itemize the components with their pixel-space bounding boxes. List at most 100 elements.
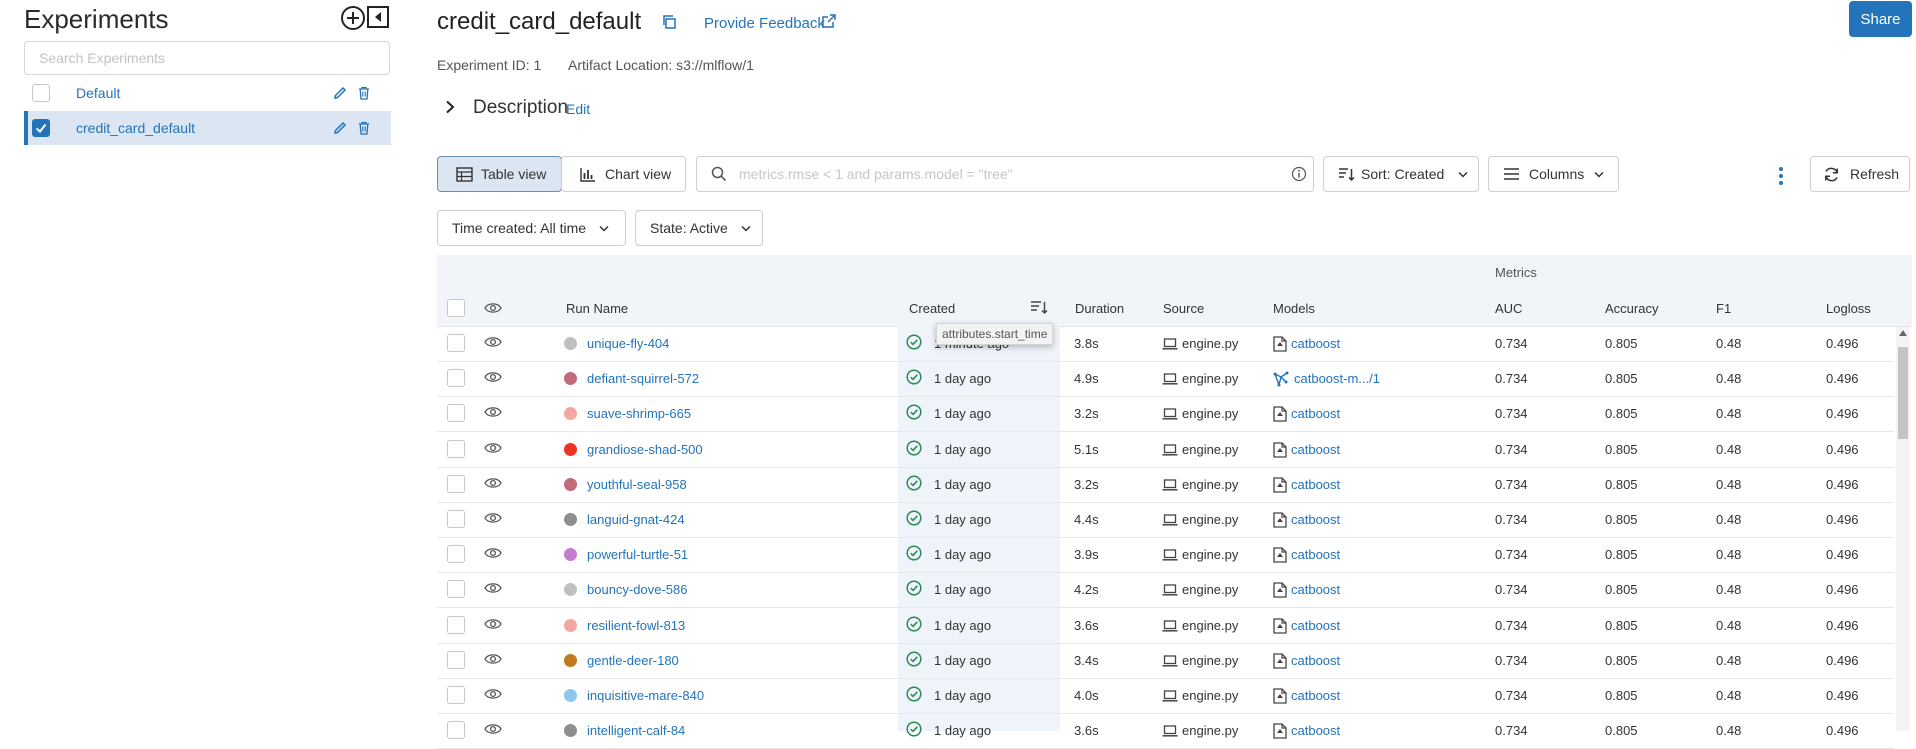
search-experiments-input[interactable]	[24, 41, 390, 75]
table-row[interactable]: powerful-turtle-51 1 day ago 3.9s engine.py…	[437, 537, 1894, 574]
run-name-link[interactable]: powerful-turtle-51	[587, 547, 688, 562]
row-checkbox[interactable]	[447, 545, 465, 564]
table-row[interactable]: languid-gnat-424 1 day ago 4.4s engine.py ca…	[437, 502, 1894, 538]
table-row[interactable]: bouncy-dove-586 1 day ago 4.2s engine.py cat…	[437, 572, 1894, 609]
table-row[interactable]: grandiose-shad-500 1 day ago 5.1s engine.py…	[437, 432, 1894, 468]
table-row[interactable]: unique-fly-4041 minute ago3.8sengine.pyc…	[437, 326, 1894, 362]
row-checkbox[interactable]	[447, 474, 465, 493]
model-link[interactable]: catboost	[1291, 442, 1340, 457]
table-row[interactable]: defiant-squirrel-572 1 day ago 4.9s engine.…	[437, 361, 1894, 398]
run-name-link[interactable]: bouncy-dove-586	[587, 582, 687, 597]
run-name-link[interactable]: grandiose-shad-500	[587, 442, 703, 457]
runs-search-box[interactable]	[696, 156, 1314, 192]
trash-icon[interactable]	[357, 121, 371, 135]
column-header-run-name[interactable]: Run Name	[566, 301, 628, 316]
run-color-dot[interactable]	[564, 618, 577, 632]
experiment-checkbox[interactable]	[32, 119, 50, 137]
eye-icon[interactable]	[484, 687, 502, 701]
eye-icon[interactable]	[484, 370, 502, 384]
description-edit-link[interactable]: Edit	[566, 101, 590, 117]
select-all-checkbox[interactable]	[447, 299, 465, 317]
model-link[interactable]: catboost	[1291, 336, 1340, 351]
run-name-link[interactable]: inquisitive-mare-840	[587, 688, 704, 703]
eye-icon[interactable]	[484, 335, 502, 349]
eye-icon[interactable]	[484, 301, 502, 315]
run-name-link[interactable]: unique-fly-404	[587, 336, 669, 351]
eye-icon[interactable]	[484, 652, 502, 666]
time-created-dropdown[interactable]: Time created: All time	[437, 210, 626, 246]
model-link[interactable]: catboost	[1291, 653, 1340, 668]
run-name-link[interactable]: gentle-deer-180	[587, 653, 679, 668]
column-header-accuracy[interactable]: Accuracy	[1605, 301, 1658, 316]
eye-icon[interactable]	[484, 722, 502, 736]
experiment-item-default[interactable]: Default	[24, 76, 391, 110]
share-button[interactable]: Share	[1849, 1, 1912, 37]
table-row[interactable]: youthful-seal-958 1 day ago 3.2s engine.py c…	[437, 467, 1894, 503]
model-link[interactable]: catboost	[1291, 477, 1340, 492]
experiment-item-credit-card-default[interactable]: credit_card_default	[24, 111, 391, 145]
table-row[interactable]: resilient-fowl-813 1 day ago 3.6s engine.py…	[437, 608, 1894, 644]
copy-icon[interactable]	[661, 14, 677, 30]
eye-icon[interactable]	[484, 405, 502, 419]
model-link[interactable]: catboost	[1291, 618, 1340, 633]
row-checkbox[interactable]	[447, 580, 465, 599]
description-toggle[interactable]: Description	[473, 97, 568, 119]
column-header-models[interactable]: Models	[1273, 301, 1315, 316]
columns-dropdown[interactable]: Columns	[1488, 156, 1619, 192]
run-name-link[interactable]: resilient-fowl-813	[587, 618, 685, 633]
column-header-created[interactable]: Created	[909, 301, 955, 316]
model-link[interactable]: catboost	[1291, 582, 1340, 597]
column-header-f1[interactable]: F1	[1716, 301, 1731, 316]
model-link[interactable]: catboost	[1291, 512, 1340, 527]
column-header-auc[interactable]: AUC	[1495, 301, 1522, 316]
model-link[interactable]: catboost-m.../1	[1294, 371, 1380, 386]
table-row[interactable]: inquisitive-mare-840 1 day ago 4.0s engine.…	[437, 678, 1894, 714]
provide-feedback-link[interactable]: Provide Feedback	[704, 15, 825, 32]
eye-icon[interactable]	[484, 581, 502, 595]
run-color-dot[interactable]	[564, 689, 577, 702]
run-color-dot[interactable]	[564, 372, 577, 386]
run-color-dot[interactable]	[564, 583, 577, 597]
kebab-menu-icon[interactable]	[1777, 165, 1785, 187]
column-header-source[interactable]: Source	[1163, 301, 1204, 316]
info-icon[interactable]	[1291, 166, 1307, 182]
scrollbar-thumb[interactable]	[1898, 347, 1908, 439]
table-row[interactable]: gentle-deer-180 1 day ago 3.4s engine.py cat…	[437, 643, 1894, 679]
run-name-link[interactable]: suave-shrimp-665	[587, 406, 691, 421]
state-dropdown[interactable]: State: Active	[635, 210, 763, 246]
row-checkbox[interactable]	[447, 650, 465, 669]
row-checkbox[interactable]	[447, 615, 465, 634]
experiment-label[interactable]: credit_card_default	[76, 120, 195, 136]
collapse-sidebar-icon[interactable]	[367, 6, 389, 28]
row-checkbox[interactable]	[447, 439, 465, 458]
refresh-button[interactable]: Refresh	[1810, 156, 1910, 192]
row-checkbox[interactable]	[447, 369, 465, 388]
model-link[interactable]: catboost	[1291, 688, 1340, 703]
run-name-link[interactable]: languid-gnat-424	[587, 512, 685, 527]
run-name-link[interactable]: defiant-squirrel-572	[587, 371, 699, 386]
column-header-duration[interactable]: Duration	[1075, 301, 1124, 316]
table-view-button[interactable]: Table view	[437, 156, 562, 192]
experiment-label[interactable]: Default	[76, 85, 120, 101]
model-link[interactable]: catboost	[1291, 547, 1340, 562]
table-scrollbar[interactable]	[1896, 327, 1910, 731]
eye-icon[interactable]	[484, 511, 502, 525]
external-link-icon[interactable]	[821, 13, 837, 29]
eye-icon[interactable]	[484, 441, 502, 455]
sort-descending-icon[interactable]	[1030, 300, 1048, 316]
chart-view-button[interactable]: Chart view	[561, 156, 686, 192]
run-color-dot[interactable]	[564, 548, 577, 562]
row-checkbox[interactable]	[447, 334, 465, 352]
table-row[interactable]: suave-shrimp-665 1 day ago 3.2s engine.py ca…	[437, 396, 1894, 433]
trash-icon[interactable]	[357, 86, 371, 100]
column-header-logloss[interactable]: Logloss	[1826, 301, 1871, 316]
sort-dropdown[interactable]: Sort: Created	[1323, 156, 1479, 192]
row-checkbox[interactable]	[447, 721, 465, 740]
run-color-dot[interactable]	[564, 477, 577, 491]
chevron-right-icon[interactable]	[444, 100, 456, 114]
experiment-checkbox[interactable]	[32, 84, 50, 102]
run-color-dot[interactable]	[564, 653, 577, 667]
run-color-dot[interactable]	[564, 337, 577, 350]
eye-icon[interactable]	[484, 476, 502, 490]
eye-icon[interactable]	[484, 617, 502, 631]
